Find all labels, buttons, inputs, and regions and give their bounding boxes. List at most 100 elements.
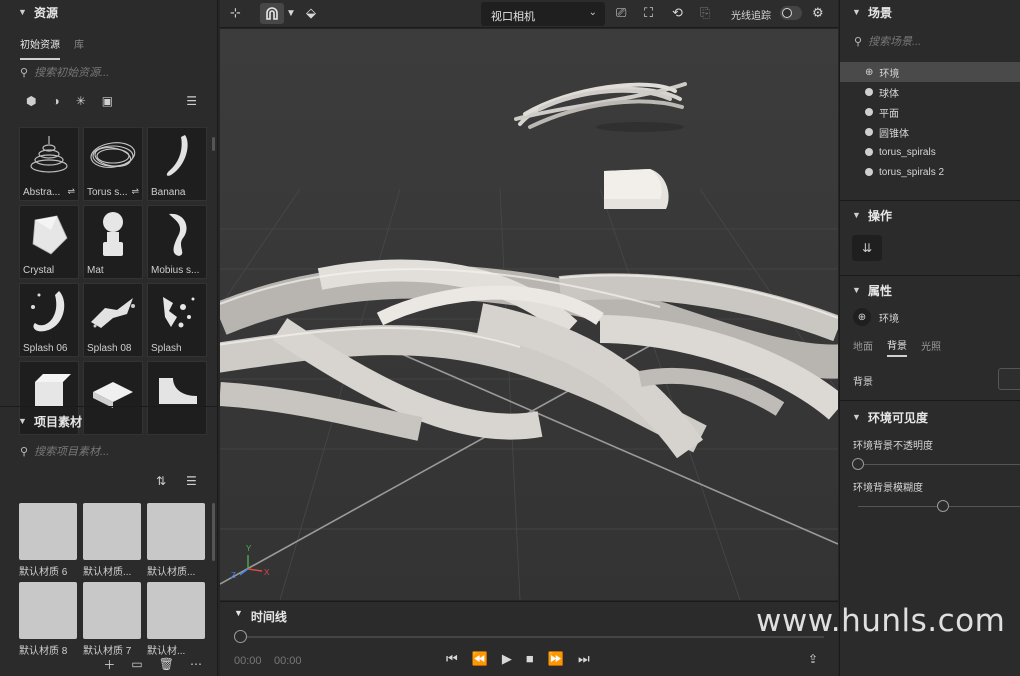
scene-item-cone[interactable]: 圆锥体 bbox=[840, 122, 1020, 142]
tab-ground[interactable]: 地面 bbox=[853, 338, 873, 356]
skip-start-icon[interactable]: ⏮ bbox=[446, 651, 458, 667]
chevron-down-icon: ▼ bbox=[852, 412, 861, 422]
material-item[interactable]: 默认材质... bbox=[83, 503, 143, 578]
step-back-icon[interactable]: ⏪ bbox=[472, 651, 488, 667]
slider-track bbox=[858, 464, 1020, 465]
material-item[interactable]: 默认材质 7 bbox=[83, 582, 143, 657]
tab-background[interactable]: 背景 bbox=[887, 337, 907, 357]
timeline-scrubber[interactable] bbox=[234, 630, 247, 643]
assets-search-input[interactable]: 搜索初始资源... bbox=[34, 64, 109, 80]
assets-tabs: 初始资源 库 bbox=[0, 24, 217, 60]
asset-item[interactable]: Mat bbox=[83, 205, 143, 279]
camera-select[interactable]: 视口相机 ⌄ bbox=[481, 2, 605, 26]
project-search-input[interactable]: 搜索项目素材... bbox=[34, 443, 109, 459]
more-icon[interactable]: ⋯ bbox=[190, 657, 202, 671]
properties-header[interactable]: ▼ 属性 bbox=[840, 278, 1020, 302]
scene-item-plane[interactable]: 平面 bbox=[840, 102, 1020, 122]
asset-item[interactable]: Splash 06 bbox=[19, 283, 79, 357]
tab-lighting[interactable]: 光照 bbox=[921, 338, 941, 356]
snap-button[interactable] bbox=[260, 3, 284, 24]
timeline-header[interactable]: ▼ 时间线 bbox=[234, 608, 287, 625]
visibility-title: 环境可见度 bbox=[868, 410, 929, 425]
visibility-header[interactable]: ▼ 环境可见度 bbox=[840, 405, 1020, 429]
assets-search[interactable]: ⚲ 搜索初始资源... bbox=[0, 60, 217, 84]
asset-label: Splash 06 bbox=[23, 343, 68, 354]
actions-header[interactable]: ▼ 操作 bbox=[840, 203, 1020, 227]
sort-icon[interactable]: ⇅ bbox=[156, 474, 166, 488]
svg-text:X: X bbox=[264, 568, 270, 577]
tab-library[interactable]: 库 bbox=[74, 36, 84, 60]
3d-viewport[interactable]: Y X Z bbox=[220, 29, 838, 600]
object-icon bbox=[865, 108, 873, 116]
add-icon[interactable]: ＋ bbox=[103, 656, 115, 673]
project-header[interactable]: ▼ 项目素材 bbox=[0, 409, 82, 433]
search-icon: ⚲ bbox=[20, 66, 29, 79]
chevron-down-icon[interactable]: ▼ bbox=[286, 8, 296, 19]
folder-icon[interactable]: ▭ bbox=[131, 657, 142, 671]
render-settings-icon[interactable]: ⚙ bbox=[812, 5, 824, 21]
slider-handle[interactable] bbox=[852, 458, 864, 470]
material-sphere-icon[interactable]: ◑ bbox=[52, 94, 59, 108]
cube-icon[interactable]: ⬢ bbox=[26, 94, 36, 108]
drop-to-floor-icon[interactable]: ⬙ bbox=[306, 5, 316, 21]
drop-object-button[interactable]: ⇊ bbox=[852, 235, 882, 261]
asset-item[interactable] bbox=[83, 361, 143, 435]
timeline-panel: ▼ 时间线 00:00 00:00 ⏮ ⏪ ▶ ■ ⏩ ⏭ ⇪ bbox=[220, 601, 838, 676]
asset-item[interactable]: Banana bbox=[147, 127, 207, 201]
scene-item-sphere[interactable]: 球体 bbox=[840, 82, 1020, 102]
scene-tree: ⊕ 环境 球体 平面 圆锥体 torus_spirals torus_spiral… bbox=[840, 62, 1020, 182]
asset-item[interactable]: Abstra... ⇌ bbox=[19, 127, 79, 201]
stop-icon[interactable]: ■ bbox=[526, 651, 534, 667]
trash-icon[interactable]: 🗑 bbox=[159, 657, 174, 671]
step-forward-icon[interactable]: ⏩ bbox=[548, 651, 564, 667]
asset-item[interactable]: Splash bbox=[147, 283, 207, 357]
scene-item-torus-spirals[interactable]: torus_spirals bbox=[840, 142, 1020, 162]
project-title: 项目素材 bbox=[34, 414, 83, 429]
assets-header[interactable]: ▼ 资源 bbox=[0, 0, 217, 24]
object-icon bbox=[865, 128, 873, 136]
scene-item-torus-spirals-2[interactable]: torus_spirals 2 bbox=[840, 162, 1020, 182]
opacity-slider[interactable] bbox=[840, 453, 1020, 477]
adjust-icon[interactable]: ⇌ bbox=[67, 186, 75, 197]
slider-handle[interactable] bbox=[936, 500, 949, 512]
scene-search[interactable]: ⚲ 搜索场景... bbox=[840, 24, 1020, 58]
asset-item[interactable]: Torus s... ⇌ bbox=[83, 127, 143, 201]
frame-icon[interactable]: ⛶ bbox=[644, 5, 653, 21]
adjust-icon[interactable]: ⇌ bbox=[131, 186, 139, 197]
svg-text:Y: Y bbox=[246, 544, 252, 553]
background-color-swatch[interactable] bbox=[998, 368, 1020, 390]
scene-item-environment[interactable]: ⊕ 环境 bbox=[840, 62, 1020, 82]
image-icon[interactable]: ▣ bbox=[102, 94, 113, 108]
tab-initial-assets[interactable]: 初始资源 bbox=[20, 36, 60, 60]
project-scrollbar[interactable] bbox=[212, 503, 215, 561]
material-swatch bbox=[147, 503, 205, 560]
project-search[interactable]: ⚲ 搜索项目素材... bbox=[0, 439, 109, 463]
asset-item[interactable]: Mobius s... bbox=[147, 205, 207, 279]
asset-item[interactable] bbox=[147, 361, 207, 435]
asset-item[interactable]: Splash 08 bbox=[83, 283, 143, 357]
camera-add-icon[interactable]: ⎚ bbox=[616, 5, 626, 21]
list-view-icon[interactable]: ☰ bbox=[186, 94, 197, 108]
object-icon bbox=[865, 148, 873, 156]
material-item[interactable]: 默认材质 8 bbox=[19, 582, 79, 657]
list-view-icon[interactable]: ☰ bbox=[186, 474, 197, 488]
assets-scrollbar[interactable] bbox=[212, 137, 215, 151]
material-item[interactable]: 默认材质 6 bbox=[19, 503, 79, 578]
skip-end-icon[interactable]: ⏭ bbox=[578, 651, 590, 667]
raytrace-toggle[interactable] bbox=[780, 6, 802, 20]
scene-header[interactable]: ▼ 场景 bbox=[840, 0, 1020, 24]
blur-slider[interactable] bbox=[840, 495, 1020, 519]
play-icon[interactable]: ▶ bbox=[502, 651, 512, 667]
material-item[interactable]: 默认材... bbox=[147, 582, 207, 657]
camera-reset-icon[interactable]: ⟲ bbox=[672, 5, 683, 21]
light-icon[interactable]: ✳ bbox=[76, 94, 86, 108]
timeline-track[interactable] bbox=[234, 636, 824, 638]
chevron-down-icon: ▼ bbox=[234, 608, 243, 618]
transform-icon[interactable]: ⊹ bbox=[230, 5, 241, 21]
asset-item[interactable]: Crystal bbox=[19, 205, 79, 279]
drop-icon: ⇊ bbox=[861, 241, 873, 255]
export-icon[interactable]: ⇪ bbox=[808, 652, 818, 666]
opacity-label: 环境背景不透明度 bbox=[853, 441, 933, 452]
material-item[interactable]: 默认材质... bbox=[147, 503, 207, 578]
scene-search-input[interactable]: 搜索场景... bbox=[868, 33, 921, 49]
